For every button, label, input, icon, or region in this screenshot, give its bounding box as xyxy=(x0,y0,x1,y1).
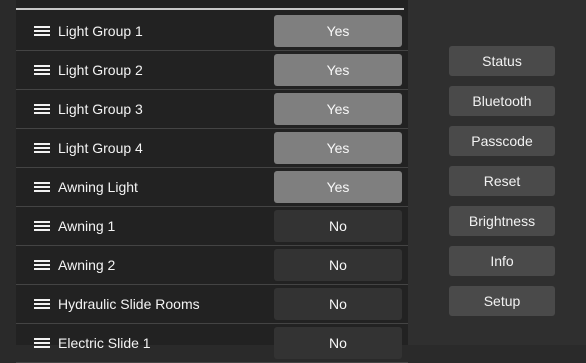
list-item-awning-1: Awning 1 No xyxy=(16,207,408,246)
item-label: Light Group 1 xyxy=(58,23,143,39)
toggle-button[interactable]: No xyxy=(274,288,402,320)
passcode-button[interactable]: Passcode xyxy=(449,126,555,156)
list-item-hydraulic-slide-rooms: Hydraulic Slide Rooms No xyxy=(16,285,408,324)
drag-handle-icon[interactable] xyxy=(34,65,50,75)
item-label: Light Group 2 xyxy=(58,62,143,78)
brightness-button[interactable]: Brightness xyxy=(449,206,555,236)
item-label: Hydraulic Slide Rooms xyxy=(58,296,200,312)
drag-handle-icon[interactable] xyxy=(34,182,50,192)
drag-handle-icon[interactable] xyxy=(34,260,50,270)
list-item-awning-light: Awning Light Yes xyxy=(16,168,408,207)
list-item-light-group-4: Light Group 4 Yes xyxy=(16,129,408,168)
drag-handle-icon[interactable] xyxy=(34,26,50,36)
item-label: Awning Light xyxy=(58,179,138,195)
drag-handle-icon[interactable] xyxy=(34,338,50,348)
toggle-button[interactable]: Yes xyxy=(274,93,402,125)
drag-handle-icon[interactable] xyxy=(34,143,50,153)
list-item-light-group-1: Light Group 1 Yes xyxy=(16,12,408,51)
toggle-button[interactable]: Yes xyxy=(274,15,402,47)
toggle-button[interactable]: No xyxy=(274,210,402,242)
list-item-awning-2: Awning 2 No xyxy=(16,246,408,285)
drag-handle-icon[interactable] xyxy=(34,299,50,309)
item-label: Awning 2 xyxy=(58,257,116,273)
drag-handle-icon[interactable] xyxy=(34,221,50,231)
list-item-electric-slide-1: Electric Slide 1 No xyxy=(16,324,408,363)
status-button[interactable]: Status xyxy=(449,46,555,76)
info-button[interactable]: Info xyxy=(449,246,555,276)
scroll-indicator xyxy=(16,8,404,10)
toggle-button[interactable]: Yes xyxy=(274,132,402,164)
toggle-button[interactable]: No xyxy=(274,249,402,281)
drag-handle-icon[interactable] xyxy=(34,104,50,114)
item-label: Light Group 4 xyxy=(58,140,143,156)
item-label: Awning 1 xyxy=(58,218,116,234)
setup-button[interactable]: Setup xyxy=(449,286,555,316)
toggle-button[interactable]: Yes xyxy=(274,171,402,203)
toggle-button[interactable]: No xyxy=(274,327,402,359)
list-item-light-group-3: Light Group 3 Yes xyxy=(16,90,408,129)
list-item-light-group-2: Light Group 2 Yes xyxy=(16,51,408,90)
item-label: Light Group 3 xyxy=(58,101,143,117)
reset-button[interactable]: Reset xyxy=(449,166,555,196)
bluetooth-button[interactable]: Bluetooth xyxy=(449,86,555,116)
item-label: Electric Slide 1 xyxy=(58,335,151,351)
toggle-button[interactable]: Yes xyxy=(274,54,402,86)
